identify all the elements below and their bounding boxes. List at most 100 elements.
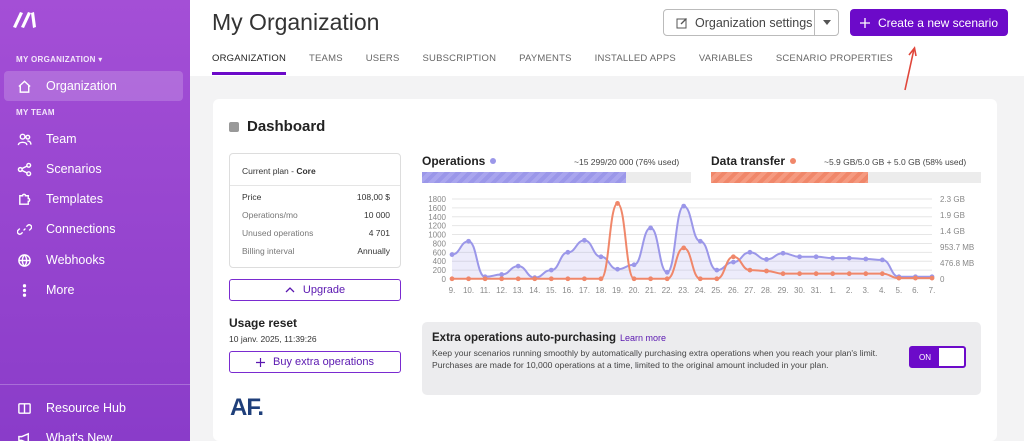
operations-point (747, 249, 753, 255)
tab-users[interactable]: USERS (366, 53, 400, 75)
sidebar-item-team[interactable]: Team (4, 124, 183, 154)
tab-bar: ORGANIZATION TEAMS USERS SUBSCRIPTION PA… (212, 53, 916, 75)
sidebar-item-more[interactable]: More (4, 275, 183, 305)
sidebar-item-label: Connections (46, 222, 116, 236)
sidebar-item-resource-hub[interactable]: Resource Hub (4, 393, 183, 423)
operations-point (598, 254, 604, 260)
tab-installed-apps[interactable]: INSTALLED APPS (595, 53, 676, 75)
y-left-tick-label: 400 (433, 257, 447, 266)
auto-purchase-toggle[interactable]: ON (909, 346, 966, 368)
data-transfer-point (747, 267, 753, 273)
sidebar-item-connections[interactable]: Connections (4, 214, 183, 244)
plan-row-value: Annually (357, 246, 390, 256)
organization-settings-button[interactable]: Organization settings (663, 9, 839, 36)
tab-organization[interactable]: ORGANIZATION (212, 53, 287, 75)
tab-payments[interactable]: PAYMENTS (519, 53, 571, 75)
plan-row-value: 4 701 (368, 228, 390, 238)
sidebar-item-label: Organization (46, 79, 117, 93)
data-transfer-point (648, 276, 654, 282)
data-transfer-point (929, 275, 935, 281)
y-right-tick-label: 953.7 MB (940, 243, 974, 252)
data-transfer-point (780, 271, 786, 277)
megaphone-icon (16, 430, 32, 441)
collapse-checkbox-icon[interactable] (229, 121, 239, 132)
operations-point (681, 203, 687, 209)
data-transfer-point (681, 245, 687, 251)
buy-extra-label: Buy extra operations (273, 356, 374, 368)
operations-point (863, 256, 869, 262)
data-transfer-point (499, 276, 505, 282)
y-right-tick-label: 476.8 MB (940, 259, 974, 268)
tab-teams[interactable]: TEAMS (309, 53, 343, 75)
sidebar-item-label: Team (46, 132, 77, 146)
plan-heading-prefix: Current plan - (242, 166, 297, 176)
data-transfer-progress-fill (711, 172, 868, 183)
org-section-label[interactable]: MY ORGANIZATION ▾ (16, 55, 103, 64)
users-icon (16, 131, 32, 147)
x-tick-label: 6. (912, 286, 919, 295)
operations-point (449, 252, 455, 257)
y-right-tick-label: 2.3 GB (940, 195, 965, 204)
data-transfer-point (846, 271, 852, 277)
data-transfer-point (830, 271, 836, 277)
plan-row-value: 10 000 (364, 210, 390, 220)
y-right-tick-label: 0 (940, 275, 945, 284)
sidebar-item-webhooks[interactable]: Webhooks (4, 245, 183, 275)
y-right-tick-label: 1.4 GB (940, 227, 965, 236)
sidebar-item-scenarios[interactable]: Scenarios (4, 154, 183, 184)
data-transfer-point (449, 276, 455, 282)
data-transfer-point (515, 276, 521, 282)
plan-divider (230, 185, 400, 186)
x-tick-label: 7. (929, 286, 936, 295)
plan-heading: Current plan - Core (242, 166, 316, 176)
usage-reset-title: Usage reset (229, 316, 298, 330)
x-tick-label: 26. (728, 286, 739, 295)
plan-row: Price 108,00 $ (242, 192, 390, 202)
data-transfer-point (697, 276, 703, 282)
x-tick-label: 5. (896, 286, 903, 295)
operations-point (730, 259, 736, 265)
tab-subscription[interactable]: SUBSCRIPTION (422, 53, 496, 75)
operations-point (499, 272, 505, 277)
home-icon (16, 78, 32, 94)
plan-row-key: Operations/mo (242, 210, 298, 220)
sidebar-divider (0, 384, 190, 385)
data-transfer-point (913, 275, 918, 281)
sidebar: MY ORGANIZATION ▾ Organization MY TEAM T… (0, 0, 190, 441)
sidebar-item-whats-new[interactable]: What's New (4, 423, 183, 441)
y-left-tick-label: 1200 (428, 222, 446, 231)
tab-scenario-properties[interactable]: SCENARIO PROPERTIES (776, 53, 893, 75)
dashboard-title: Dashboard (229, 118, 325, 135)
y-left-tick-label: 200 (433, 266, 447, 275)
operations-dot-icon (490, 158, 497, 164)
x-tick-label: 3. (862, 286, 869, 295)
auto-purchase-description: Keep your scenarios running smoothly by … (432, 348, 878, 370)
toggle-on-label: ON (911, 348, 939, 366)
operations-title: Operations (422, 154, 497, 168)
create-scenario-button[interactable]: Create a new scenario (850, 9, 1008, 36)
sidebar-item-organization[interactable]: Organization (4, 71, 183, 101)
data-transfer-point (532, 276, 538, 282)
data-transfer-title: Data transfer (711, 154, 797, 168)
upgrade-button[interactable]: Upgrade (229, 279, 401, 301)
x-tick-label: 30. (794, 286, 805, 295)
x-tick-label: 11. (480, 286, 491, 295)
make-logo-icon[interactable] (12, 9, 38, 29)
learn-more-link[interactable]: Learn more (620, 333, 666, 343)
create-scenario-label: Create a new scenario (877, 15, 999, 30)
sidebar-item-templates[interactable]: Templates (4, 184, 183, 214)
operations-point (714, 267, 720, 273)
sidebar-item-label: More (46, 283, 75, 297)
plan-row-key: Unused operations (242, 228, 314, 238)
dashboard-title-text: Dashboard (247, 118, 326, 135)
x-tick-label: 18. (595, 286, 606, 295)
buy-extra-operations-button[interactable]: Buy extra operations (229, 351, 401, 373)
plan-row: Unused operations 4 701 (242, 228, 390, 238)
tab-variables[interactable]: VARIABLES (699, 53, 753, 75)
operations-point (664, 269, 670, 275)
settings-dropdown-toggle[interactable] (815, 20, 838, 25)
data-transfer-point (813, 271, 819, 277)
operations-progress-bar (422, 172, 691, 183)
link-icon (16, 221, 32, 237)
plan-row-key: Price (242, 192, 262, 202)
